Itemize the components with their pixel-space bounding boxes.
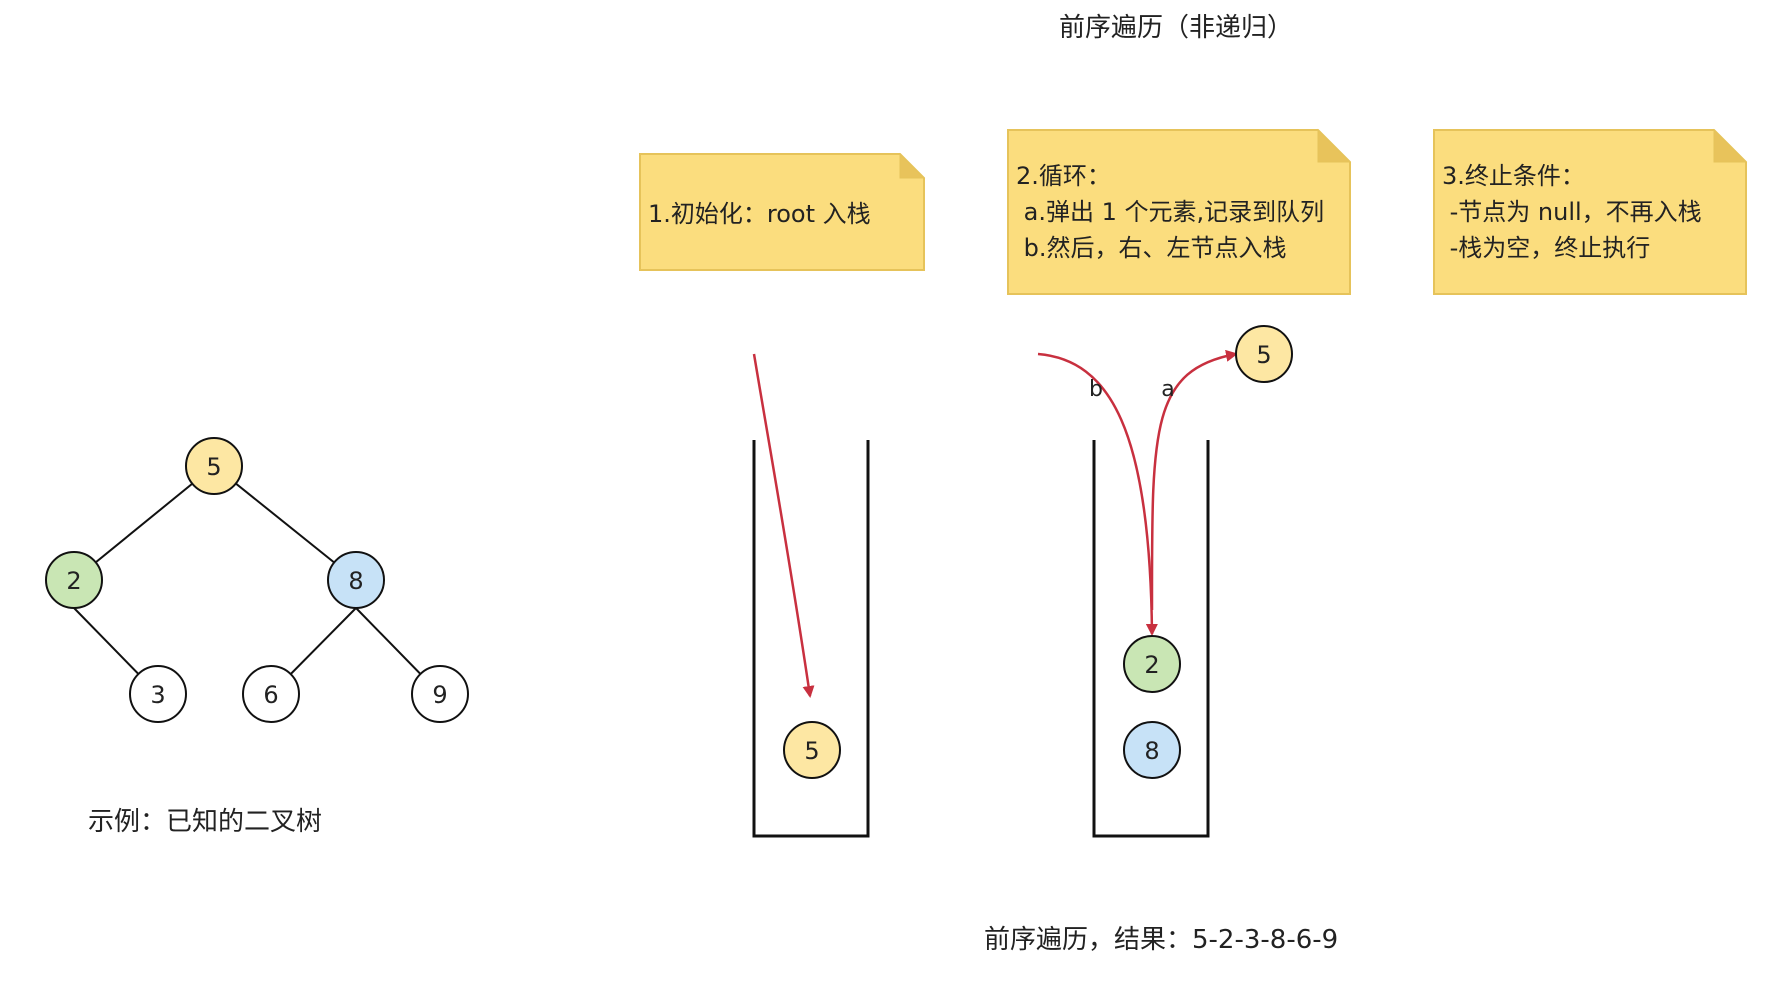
note-init: 1.初始化：root 入栈: [639, 152, 926, 271]
tree-caption: 示例：已知的二叉树: [88, 807, 322, 837]
tree-node-label: 5: [206, 453, 221, 481]
note-init-text: 1.初始化：root 入栈: [648, 200, 871, 228]
stack-2: b a 5 2 8: [1037, 325, 1293, 838]
stack-item-label: 2: [1144, 651, 1159, 679]
tree-node-right-left: 6: [242, 665, 300, 723]
stack-2-item-bottom: 8: [1123, 721, 1181, 779]
popped-node: 5: [1235, 325, 1293, 383]
tree-node-label: 9: [432, 681, 447, 709]
arrow-b-label: b: [1089, 377, 1103, 402]
note-loop-title: 2.循环：: [1016, 162, 1111, 190]
note-loop-step-b: b.然后，右、左节点入栈: [1016, 234, 1287, 262]
tree-node-left: 2: [45, 551, 103, 609]
stack-item-label: 5: [804, 737, 819, 765]
stack-1: 5: [752, 353, 870, 838]
push-arrow: [752, 353, 815, 698]
tree-node-label: 2: [66, 567, 81, 595]
tree-node-label: 6: [263, 681, 278, 709]
note-loop: 2.循环： a.弹出 1 个元素,记录到队列 b.然后，右、左节点入栈: [1007, 128, 1352, 295]
popped-node-label: 5: [1256, 341, 1271, 369]
note-stop: 3.终止条件： -节点为 null，不再入栈 -栈为空，终止执行: [1433, 128, 1748, 295]
result-caption: 前序遍历，结果：5-2-3-8-6-9: [984, 925, 1338, 955]
note-stop-condition-1: -节点为 null，不再入栈: [1442, 198, 1702, 226]
arrow-a-label: a: [1161, 377, 1174, 402]
note-stop-title: 3.终止条件：: [1442, 162, 1585, 190]
stack-1-item: 5: [783, 721, 841, 779]
stack-item-label: 8: [1144, 737, 1159, 765]
note-stop-condition-2: -栈为空，终止执行: [1442, 234, 1650, 262]
stack-2-item-top: 2: [1123, 635, 1181, 693]
tree-node-root: 5: [185, 437, 243, 495]
binary-tree: 5 2 8 3 6 9: [45, 437, 469, 723]
tree-node-right-right: 9: [411, 665, 469, 723]
tree-node-left-right: 3: [129, 665, 187, 723]
tree-node-label: 8: [348, 567, 363, 595]
note-loop-step-a: a.弹出 1 个元素,记录到队列: [1016, 198, 1324, 226]
diagram-title: 前序遍历（非递归）: [1059, 13, 1293, 43]
tree-node-right: 8: [327, 551, 385, 609]
tree-node-label: 3: [150, 681, 165, 709]
diagram-canvas: 前序遍历（非递归） 5 2 8 3 6 9 示例：已知的二叉树 1.初始化：ro…: [45, 13, 1748, 955]
